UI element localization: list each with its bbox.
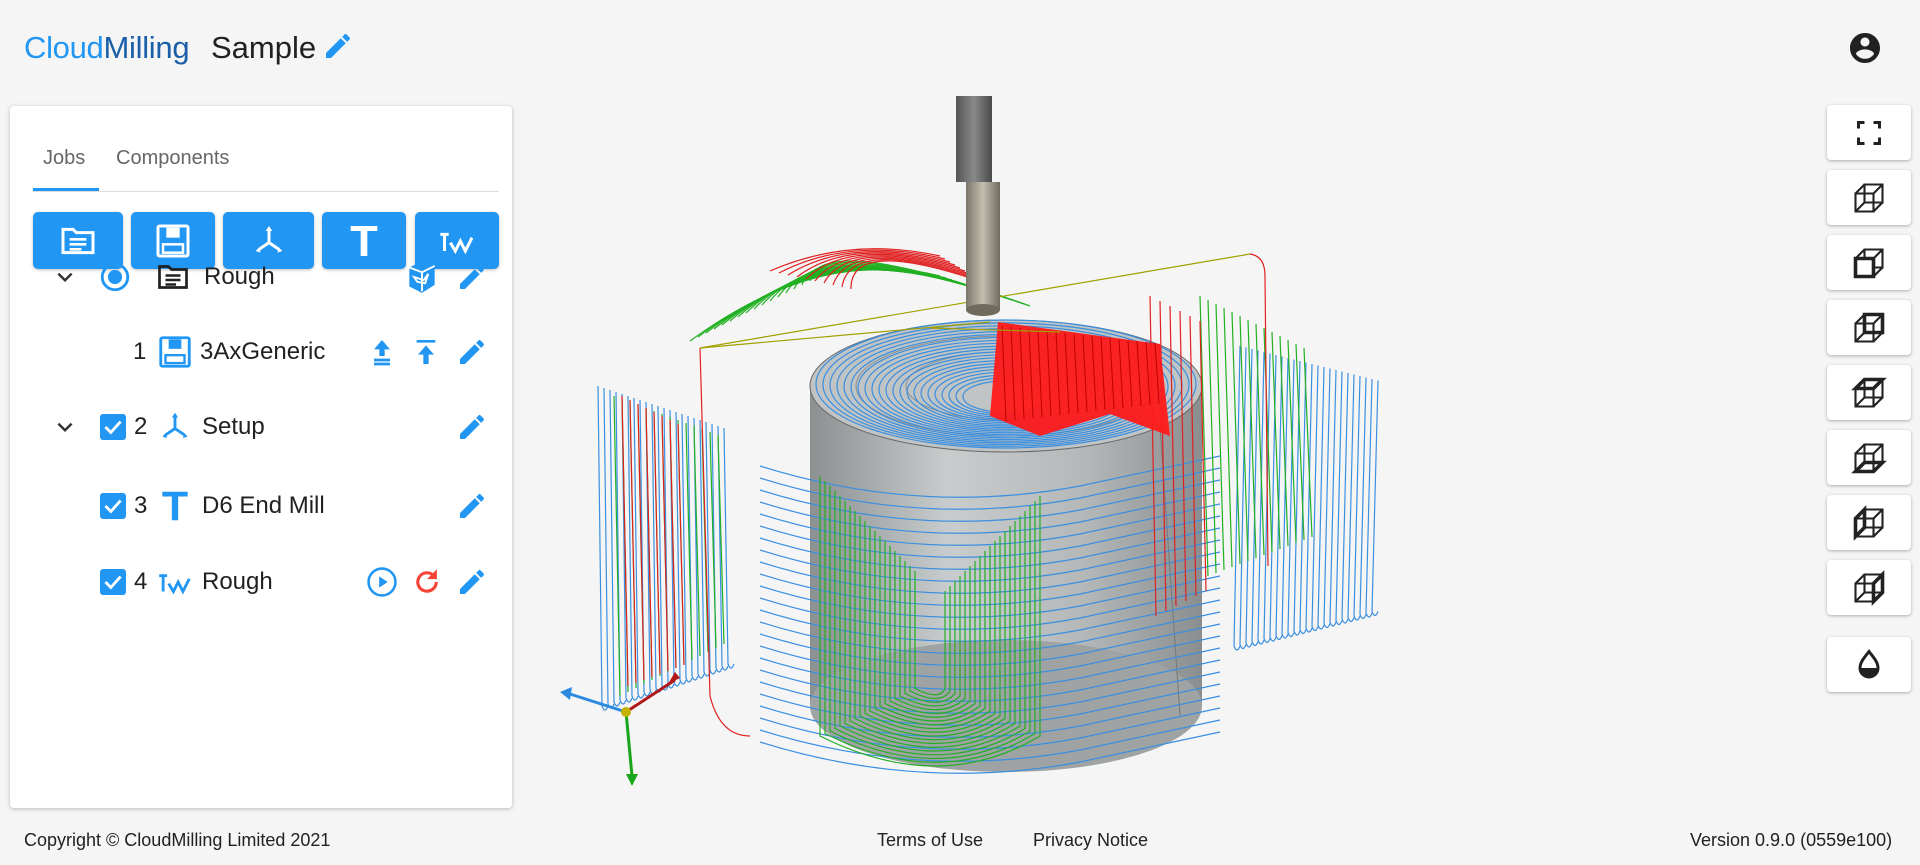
view-iso-button[interactable] xyxy=(1827,170,1911,225)
account-icon[interactable] xyxy=(1847,30,1883,66)
copyright-text: Copyright © CloudMilling Limited 2021 xyxy=(24,830,331,850)
view-left-icon xyxy=(1853,504,1884,541)
tool-index: 3 xyxy=(134,492,148,519)
job-name: Rough xyxy=(204,263,275,290)
view-back-icon xyxy=(1854,312,1885,343)
view-top-icon xyxy=(1851,377,1887,408)
render-mode-icon xyxy=(1858,648,1880,678)
checkmark-icon xyxy=(104,499,122,514)
edit-machine-pencil-icon[interactable] xyxy=(456,336,488,368)
view-front-button[interactable] xyxy=(1827,235,1911,290)
refresh-icon[interactable] xyxy=(410,565,444,599)
tree-row-machine[interactable]: 1 3AxGeneric xyxy=(10,321,512,381)
publish-icon[interactable] xyxy=(410,335,442,369)
machine-index: 1 xyxy=(133,338,147,365)
tree-row-job[interactable]: Rough xyxy=(10,246,512,306)
chevron-down-icon[interactable] xyxy=(50,412,80,442)
setup-index: 2 xyxy=(134,413,148,440)
tree-row-operation[interactable]: 4 Rough xyxy=(10,551,512,611)
view-iso-icon xyxy=(1854,182,1884,213)
pencil-icon[interactable] xyxy=(322,30,354,62)
view-left-button[interactable] xyxy=(1827,495,1911,550)
stock-box-icon[interactable] xyxy=(403,258,441,296)
chevron-down-icon[interactable] xyxy=(50,262,80,292)
render-mode-button[interactable] xyxy=(1827,637,1911,692)
brand-logo[interactable]: CloudMilling xyxy=(24,30,190,66)
edit-setup-pencil-icon[interactable] xyxy=(456,411,488,443)
toolpath-render xyxy=(560,96,1379,786)
view-bottom-icon xyxy=(1851,442,1887,473)
tree-row-setup[interactable]: 2 Setup xyxy=(10,396,512,456)
machine-icon xyxy=(159,336,191,368)
view-bottom-button[interactable] xyxy=(1827,430,1911,485)
brand-part-cloud: Cloud xyxy=(24,30,104,65)
view-right-icon xyxy=(1854,569,1885,606)
privacy-link[interactable]: Privacy Notice xyxy=(1033,830,1148,851)
toolpath-icon xyxy=(159,574,191,595)
radio-selected-icon[interactable] xyxy=(98,260,132,294)
terms-link[interactable]: Terms of Use xyxy=(877,830,983,851)
setup-checkbox[interactable] xyxy=(100,414,126,440)
view-front-icon xyxy=(1853,247,1884,278)
folder-icon xyxy=(158,265,188,289)
fullscreen-icon xyxy=(1857,120,1881,145)
3d-viewport[interactable] xyxy=(520,96,1822,818)
tool-checkbox[interactable] xyxy=(100,493,126,519)
play-circle-icon[interactable] xyxy=(365,565,399,599)
tool-icon xyxy=(162,491,188,521)
tree-row-tool[interactable]: 3 D6 End Mill xyxy=(10,473,512,533)
version-text: Version 0.9.0 (0559e100) xyxy=(1690,830,1893,850)
upload-icon[interactable] xyxy=(366,335,398,369)
view-right-button[interactable] xyxy=(1827,560,1911,615)
checkmark-icon xyxy=(104,575,122,590)
machine-name: 3AxGeneric xyxy=(200,338,326,365)
operation-name: Rough xyxy=(202,568,273,595)
edit-tool-pencil-icon[interactable] xyxy=(456,490,488,522)
project-title: Sample xyxy=(211,30,317,65)
edit-operation-pencil-icon[interactable] xyxy=(456,566,488,598)
operation-index: 4 xyxy=(134,568,148,595)
jobs-panel: Jobs Components Rough 1 3AxGeneric 2 Set… xyxy=(10,106,512,808)
fullscreen-button[interactable] xyxy=(1827,105,1911,160)
app-header: CloudMilling Sample xyxy=(0,0,1920,96)
operation-checkbox[interactable] xyxy=(100,569,126,595)
brand-part-milling: Milling xyxy=(103,30,190,65)
view-top-button[interactable] xyxy=(1827,365,1911,420)
checkmark-icon xyxy=(104,420,122,435)
tool-name: D6 End Mill xyxy=(202,492,325,519)
tab-components[interactable]: Components xyxy=(106,136,242,191)
tab-jobs[interactable]: Jobs xyxy=(33,136,99,191)
setup-axes-icon xyxy=(162,412,188,439)
panel-tabs: Jobs Components xyxy=(33,136,499,192)
view-back-button[interactable] xyxy=(1827,300,1911,355)
edit-job-pencil-icon[interactable] xyxy=(456,261,488,293)
setup-name: Setup xyxy=(202,413,265,440)
